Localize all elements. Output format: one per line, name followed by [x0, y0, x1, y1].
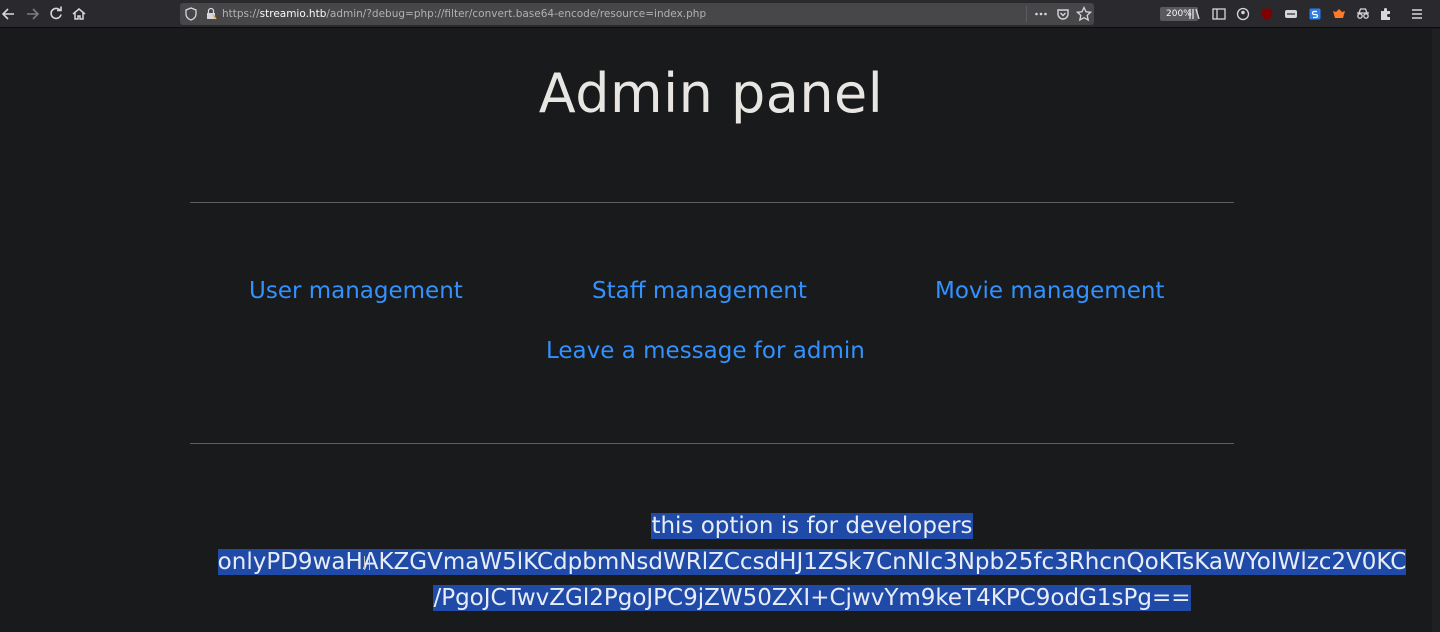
debug-output-line-1: this option is for developers	[651, 513, 973, 539]
tracking-shield-icon[interactable]	[182, 5, 200, 23]
cookie-extension-icon[interactable]	[1282, 5, 1300, 23]
leave-message-link[interactable]: Leave a message for admin	[546, 338, 865, 364]
page-title: Admin panel	[538, 62, 884, 125]
top-divider	[190, 202, 1234, 203]
ublock-icon[interactable]	[1258, 5, 1276, 23]
url-text[interactable]: https://streamio.htb/admin/?debug=php://…	[222, 3, 706, 25]
browser-toolbar: https://streamio.htb/admin/?debug=php://…	[0, 0, 1440, 28]
movie-management-link[interactable]: Movie management	[935, 278, 1164, 304]
hamburger-menu-icon[interactable]	[1408, 5, 1426, 23]
extensions-puzzle-icon[interactable]	[1377, 5, 1395, 23]
debug-output: this option is for developers onlyPD9waH…	[190, 508, 1434, 616]
debug-output-line-3: /PgoJCTwvZGl2PgoJPC9jZW50ZXI+CjwvYm9keT4…	[433, 585, 1191, 611]
debug-output-line-2: onlyPD9waHAKZGVmaW5lKCdpbmNsdWRlZCcsdHJ1…	[217, 549, 1407, 575]
sidebar-icon[interactable]	[1210, 5, 1228, 23]
library-icon[interactable]	[1186, 5, 1204, 23]
urlbar-separator	[1026, 6, 1027, 22]
forward-icon[interactable]	[23, 5, 41, 23]
home-icon[interactable]	[70, 5, 88, 23]
bottom-divider	[190, 443, 1234, 444]
foxyproxy-icon[interactable]	[1330, 5, 1348, 23]
account-icon[interactable]	[1234, 5, 1252, 23]
pocket-icon[interactable]	[1054, 5, 1072, 23]
page-actions-icon[interactable]	[1032, 5, 1050, 23]
text-cursor-icon	[364, 556, 370, 570]
page-scrollbar[interactable]	[1432, 29, 1440, 632]
staff-management-link[interactable]: Staff management	[592, 278, 807, 304]
reload-icon[interactable]	[47, 5, 65, 23]
incognito-icon[interactable]	[1354, 5, 1372, 23]
bookmark-star-icon[interactable]	[1075, 5, 1093, 23]
user-management-link[interactable]: User management	[249, 278, 463, 304]
url-bar[interactable]: https://streamio.htb/admin/?debug=php://…	[180, 3, 1198, 25]
back-icon[interactable]	[0, 5, 18, 23]
lock-icon[interactable]	[202, 5, 220, 23]
s-extension-icon[interactable]	[1306, 5, 1324, 23]
